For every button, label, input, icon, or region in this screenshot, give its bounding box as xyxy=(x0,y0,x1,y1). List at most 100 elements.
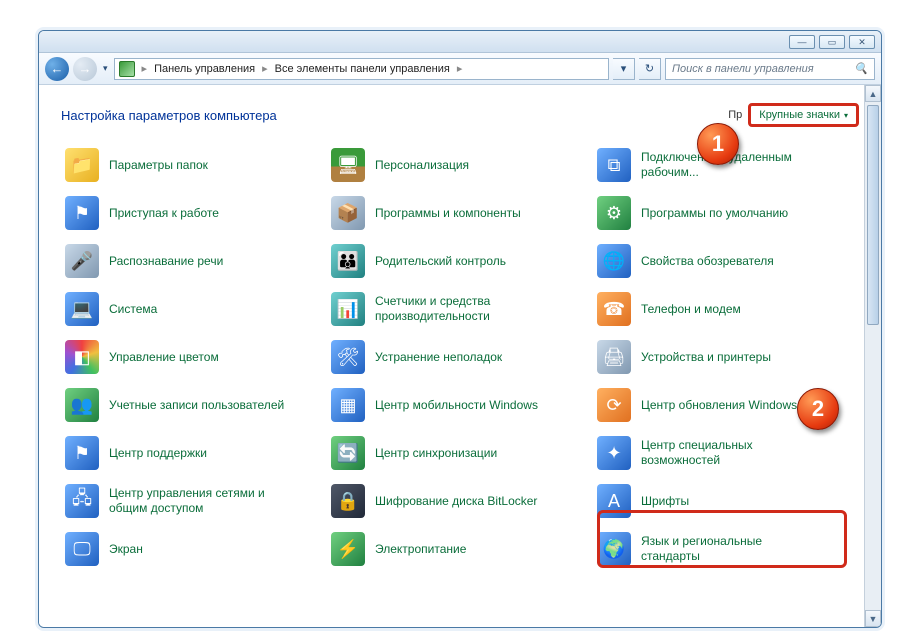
search-icon: 🔍 xyxy=(854,62,868,75)
item-label: Программы по умолчанию xyxy=(641,206,788,221)
item-icon: 📁 xyxy=(65,148,99,182)
item-icon: 🖥 xyxy=(331,148,365,182)
control-panel-item[interactable]: ⚑ Приступая к работе xyxy=(61,189,327,237)
item-icon: 👪 xyxy=(331,244,365,278)
item-icon: 🖨 xyxy=(597,340,631,374)
item-label: Центр поддержки xyxy=(109,446,207,461)
content-area: Настройка параметров компьютера Пр Крупн… xyxy=(39,85,881,627)
item-label: Центр управления сетями и общим доступом xyxy=(109,486,289,516)
nav-history-dropdown[interactable]: ▾ xyxy=(101,63,110,74)
control-panel-item[interactable]: 📦Программы и компоненты xyxy=(327,189,593,237)
item-icon: 🖧 xyxy=(65,484,99,518)
view-by-dropdown[interactable]: Крупные значки ▾ xyxy=(748,103,859,127)
control-panel-item[interactable]: 🛠 Устранение неполадок xyxy=(327,333,593,381)
item-label: Персонализация xyxy=(375,158,469,173)
item-icon: A xyxy=(597,484,631,518)
item-label: Родительский контроль xyxy=(375,254,506,269)
control-panel-item[interactable]: 👪 Родительский контроль xyxy=(327,237,593,285)
addr-dropdown-button[interactable]: ▾ xyxy=(613,58,635,80)
item-label: Центр синхронизации xyxy=(375,446,497,461)
control-panel-item[interactable]: ⚙ Программы по умолчанию xyxy=(593,189,859,237)
control-panel-item[interactable]: 🌐Свойства обозревателя xyxy=(593,237,859,285)
item-icon: 🔄 xyxy=(331,436,365,470)
refresh-button[interactable]: ↻ xyxy=(639,58,661,80)
item-label: Управление цветом xyxy=(109,350,219,365)
item-label: Система xyxy=(109,302,157,317)
search-input[interactable]: Поиск в панели управления 🔍 xyxy=(665,58,875,80)
close-button[interactable]: ✕ xyxy=(849,35,875,49)
control-panel-item[interactable]: 🌍 Язык и региональные стандарты xyxy=(593,525,859,573)
view-by-label: Пр xyxy=(728,109,742,121)
control-panel-icon xyxy=(119,61,135,77)
item-label: Устранение неполадок xyxy=(375,350,502,365)
control-panel-item[interactable]: A Шрифты xyxy=(593,477,859,525)
maximize-button[interactable]: ▭ xyxy=(819,35,845,49)
breadcrumb-sep: ▸ xyxy=(139,62,151,75)
item-icon: 🎤 xyxy=(65,244,99,278)
control-panel-item[interactable]: ☎ Телефон и модем xyxy=(593,285,859,333)
item-label: Электропитание xyxy=(375,542,466,557)
breadcrumb-sep: ▸ xyxy=(259,62,271,75)
item-label: Язык и региональные стандарты xyxy=(641,534,821,564)
page-title: Настройка параметров компьютера xyxy=(61,108,277,123)
item-icon: 🖵 xyxy=(65,532,99,566)
control-panel-item[interactable]: 📁 Параметры папок xyxy=(61,141,327,189)
scroll-up-button[interactable]: ▲ xyxy=(865,85,881,102)
control-panel-grid: 📁Параметры папок🖥Персонализация⧉Подключе… xyxy=(61,141,859,573)
vertical-scrollbar[interactable]: ▲ ▼ xyxy=(864,85,881,627)
control-panel-item[interactable]: ⚑ Центр поддержки xyxy=(61,429,327,477)
control-panel-item[interactable]: 🖨Устройства и принтеры xyxy=(593,333,859,381)
scroll-down-button[interactable]: ▼ xyxy=(865,610,881,627)
control-panel-item[interactable]: ▦Центр мобильности Windows xyxy=(327,381,593,429)
control-panel-item[interactable]: 📊 Счетчики и средства производительности xyxy=(327,285,593,333)
control-panel-item[interactable]: ✦Центр специальных возможностей xyxy=(593,429,859,477)
breadcrumb-bar[interactable]: ▸ Панель управления ▸ Все элементы панел… xyxy=(114,58,609,80)
item-icon: ⧉ xyxy=(597,148,631,182)
content-header: Настройка параметров компьютера Пр Крупн… xyxy=(61,103,859,127)
item-label: Телефон и модем xyxy=(641,302,741,317)
control-panel-item[interactable]: 🔒Шифрование диска BitLocker xyxy=(327,477,593,525)
scroll-thumb[interactable] xyxy=(867,105,879,325)
item-icon: 📊 xyxy=(331,292,365,326)
item-icon: ▦ xyxy=(331,388,365,422)
address-bar: ← → ▾ ▸ Панель управления ▸ Все элементы… xyxy=(39,53,881,85)
control-panel-item[interactable]: 🔄 Центр синхронизации xyxy=(327,429,593,477)
nav-forward-button[interactable]: → xyxy=(73,57,97,81)
control-panel-item[interactable]: 🖥 Персонализация xyxy=(327,141,593,189)
item-label: Счетчики и средства производительности xyxy=(375,294,555,324)
item-icon: 🌍 xyxy=(597,532,631,566)
item-icon: ⚑ xyxy=(65,436,99,470)
control-panel-item[interactable]: ⚡ Электропитание xyxy=(327,525,593,573)
search-placeholder: Поиск в панели управления xyxy=(672,63,814,75)
view-by-value: Крупные значки xyxy=(759,109,840,121)
control-panel-item[interactable]: 🎤Распознавание речи xyxy=(61,237,327,285)
nav-back-button[interactable]: ← xyxy=(45,57,69,81)
control-panel-item[interactable]: 🖧 Центр управления сетями и общим доступо… xyxy=(61,477,327,525)
item-icon: ⚡ xyxy=(331,532,365,566)
item-icon: 👥 xyxy=(65,388,99,422)
item-label: Приступая к работе xyxy=(109,206,219,221)
control-panel-item[interactable]: 👥Учетные записи пользователей xyxy=(61,381,327,429)
item-icon: 🛠 xyxy=(331,340,365,374)
view-by-control: Пр Крупные значки ▾ xyxy=(728,103,859,127)
chevron-down-icon: ▾ xyxy=(844,111,848,120)
item-label: Шифрование диска BitLocker xyxy=(375,494,537,509)
control-panel-item[interactable]: 🖵 Экран xyxy=(61,525,327,573)
breadcrumb-2[interactable]: Все элементы панели управления xyxy=(275,63,450,75)
item-icon: ⚙ xyxy=(597,196,631,230)
item-label: Экран xyxy=(109,542,143,557)
item-icon: ☎ xyxy=(597,292,631,326)
control-panel-item[interactable]: 💻Система xyxy=(61,285,327,333)
item-icon: 🌐 xyxy=(597,244,631,278)
callout-2: 2 xyxy=(797,388,839,430)
item-label: Параметры папок xyxy=(109,158,208,173)
item-icon: ◧ xyxy=(65,340,99,374)
item-icon: ⚑ xyxy=(65,196,99,230)
titlebar: — ▭ ✕ xyxy=(39,31,881,53)
minimize-button[interactable]: — xyxy=(789,35,815,49)
control-panel-item[interactable]: ◧ Управление цветом xyxy=(61,333,327,381)
item-label: Центр специальных возможностей xyxy=(641,438,821,468)
breadcrumb-1[interactable]: Панель управления xyxy=(154,63,255,75)
item-label: Центр обновления Windows xyxy=(641,398,797,413)
item-label: Шрифты xyxy=(641,494,689,509)
